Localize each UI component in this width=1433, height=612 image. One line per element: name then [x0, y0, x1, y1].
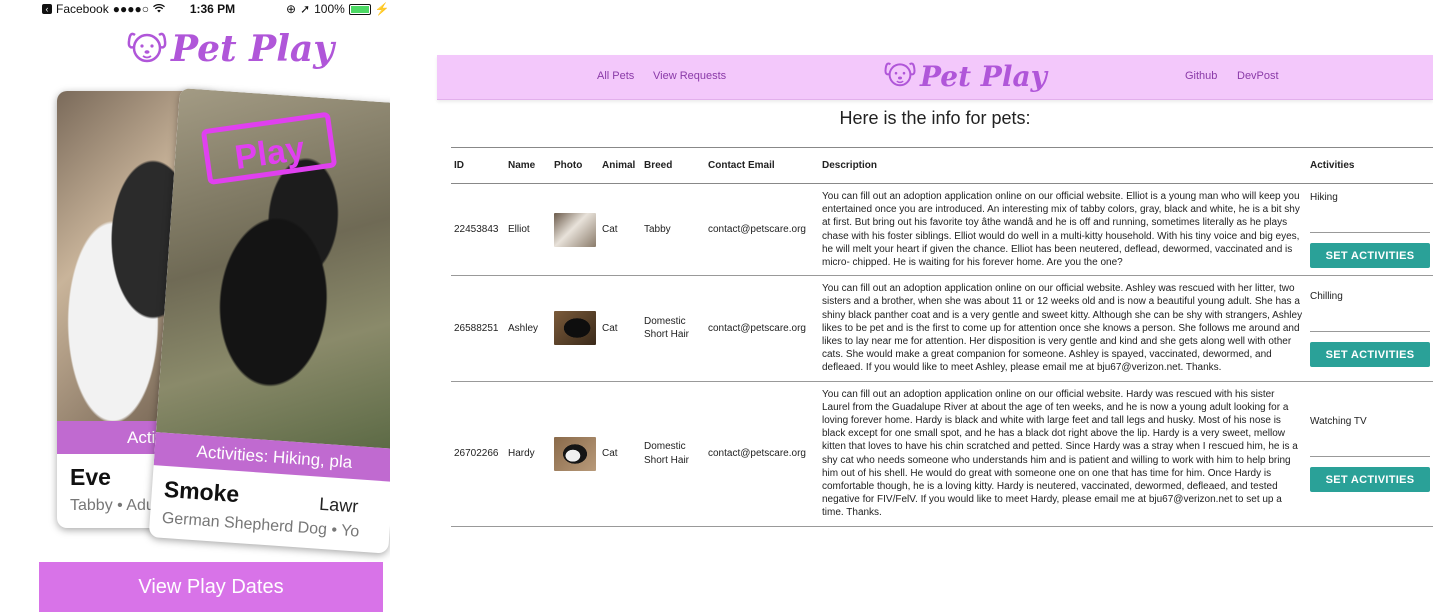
column-header-animal: Animal — [599, 147, 641, 184]
pet-activities-cell: Chilling SET ACTIVITIES — [1307, 275, 1433, 382]
set-activities-button[interactable]: SET ACTIVITIES — [1310, 243, 1430, 269]
column-header-id: ID — [451, 147, 505, 184]
nav-devpost-link[interactable]: DevPost — [1237, 70, 1279, 82]
pet-name: Hardy — [505, 381, 551, 527]
app-logo: Pet Play — [127, 28, 334, 70]
pet-name: Smoke — [163, 475, 241, 508]
pet-id: 26702266 — [451, 381, 505, 527]
pet-animal: Cat — [599, 183, 641, 277]
table-row: 26702266 Hardy Cat Domestic Short Hair c… — [451, 381, 1433, 527]
pet-email: contact@petscare.org — [705, 381, 819, 527]
pet-activities-cell: Hiking SET ACTIVITIES — [1307, 183, 1433, 277]
view-play-dates-button[interactable]: View Play Dates — [39, 562, 383, 612]
pets-table: ID Name Photo Animal Breed Contact Email… — [451, 147, 1433, 527]
pet-id: 26588251 — [451, 275, 505, 382]
table-header-row: ID Name Photo Animal Breed Contact Email… — [451, 147, 1433, 184]
orientation-lock-icon: ⊕ — [286, 2, 297, 16]
column-header-name: Name — [505, 147, 551, 184]
pet-description: You can fill out an adoption application… — [819, 381, 1307, 527]
table-row: 26588251 Ashley Cat Domestic Short Hair … — [451, 275, 1433, 382]
pet-email: contact@petscare.org — [705, 275, 819, 382]
pet-name: Elliot — [505, 183, 551, 277]
location-icon: ➚ — [300, 2, 311, 16]
nav-view-requests-link[interactable]: View Requests — [653, 70, 726, 82]
dog-face-icon — [127, 29, 167, 70]
pet-name: Eve — [70, 464, 111, 490]
pet-animal: Cat — [599, 381, 641, 527]
pet-thumbnail — [554, 436, 596, 471]
logo-wordmark: Pet Play — [171, 28, 335, 70]
nav-github-link[interactable]: Github — [1185, 70, 1217, 82]
pet-breed: Tabby — [641, 183, 705, 277]
pet-email: contact@petscare.org — [705, 183, 819, 277]
pet-location: Lawr — [318, 493, 359, 517]
pet-breed: Domestic Short Hair — [641, 275, 705, 382]
top-navbar: All Pets View Requests Pet Play Github D… — [437, 55, 1433, 100]
pet-id: 22453843 — [451, 183, 505, 277]
pet-card-top[interactable]: Play Activities: Hiking, pla Smoke Lawr … — [148, 88, 390, 554]
table-row: 22453843 Elliot Cat Tabby contact@petsca… — [451, 183, 1433, 277]
pet-photo-cell — [551, 183, 599, 277]
column-header-description: Description — [819, 147, 1307, 184]
pet-breed: Domestic Short Hair — [641, 381, 705, 527]
pet-thumbnail — [554, 311, 596, 346]
pet-photo-cell — [551, 381, 599, 527]
pet-subtitle: Tabby • Adult — [70, 497, 163, 514]
pet-activities-cell: Watching TV SET ACTIVITIES — [1307, 381, 1433, 527]
page-heading: Here is the info for pets: — [839, 108, 1031, 128]
pet-activity: Watching TV — [1310, 415, 1430, 458]
pet-description: You can fill out an adoption application… — [819, 275, 1307, 382]
pet-description: You can fill out an adoption application… — [819, 183, 1307, 277]
battery-percent: 100% — [314, 2, 345, 16]
column-header-activities: Activities — [1307, 147, 1433, 184]
nav-all-pets-link[interactable]: All Pets — [597, 70, 634, 82]
battery-icon — [348, 3, 371, 15]
set-activities-button[interactable]: SET ACTIVITIES — [1310, 342, 1430, 368]
pet-name: Ashley — [505, 275, 551, 382]
dog-face-icon — [884, 59, 916, 94]
logo-wordmark: Pet Play — [920, 60, 1047, 93]
column-header-breed: Breed — [641, 147, 705, 184]
pet-activity: Chilling — [1310, 290, 1430, 333]
column-header-photo: Photo — [551, 147, 599, 184]
pet-photo-cell — [551, 275, 599, 382]
status-right: ⊕ ➚ 100% ⚡ — [286, 2, 390, 16]
site-logo[interactable]: Pet Play — [884, 59, 1047, 94]
column-header-contact-email: Contact Email — [705, 147, 819, 184]
set-activities-button[interactable]: SET ACTIVITIES — [1310, 467, 1430, 493]
pet-thumbnail — [554, 212, 596, 247]
mobile-app-screen: ‹ Facebook ●●●●○ 1:36 PM ⊕ ➚ 100% ⚡ Pet … — [0, 0, 390, 612]
status-bar: ‹ Facebook ●●●●○ 1:36 PM ⊕ ➚ 100% ⚡ — [0, 0, 390, 18]
pet-animal: Cat — [599, 275, 641, 382]
charging-icon: ⚡ — [374, 2, 390, 16]
pet-activity: Hiking — [1310, 191, 1430, 234]
